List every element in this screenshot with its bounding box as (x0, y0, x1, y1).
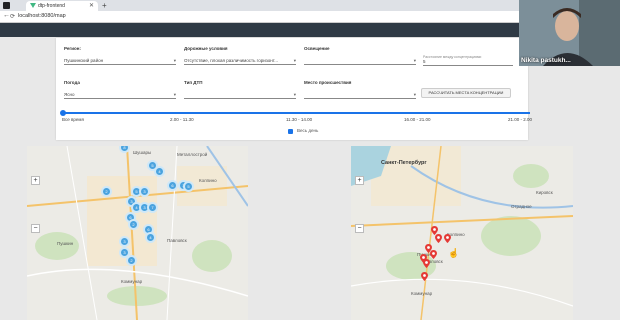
map-label: Металлострой (177, 152, 208, 157)
filter-panel: Регион: Пушкинский район ▾ Дорожные услов… (56, 38, 532, 140)
cluster-marker[interactable]: 2 (126, 255, 137, 266)
map-label: Отрадное (511, 204, 532, 209)
accident-type-label: Тип ДТП (184, 80, 203, 85)
time-tick: 11.30 - 14.00 (286, 117, 313, 122)
location-pin-icon[interactable] (423, 259, 430, 268)
chevron-down-icon: ▾ (413, 92, 416, 97)
chevron-down-icon: ▾ (293, 92, 296, 97)
zoom-out-button[interactable]: − (31, 224, 40, 233)
tab-title: dtp-frontend (38, 3, 65, 9)
location-pin-icon[interactable] (435, 234, 442, 243)
map-label: Колпино (199, 178, 217, 183)
zoom-in-button[interactable]: + (355, 176, 364, 185)
chevron-down-icon: ▾ (173, 58, 176, 63)
all-day-checkbox[interactable] (288, 129, 293, 134)
location-pin-icon[interactable] (421, 272, 428, 281)
time-tick: 2.00 - 11.30 (170, 117, 194, 122)
radius-value: 5 (423, 59, 426, 64)
zoom-out-button[interactable]: − (355, 224, 364, 233)
map-label: Кировск (536, 190, 553, 195)
map-label: Шушары (133, 150, 152, 155)
participant-name: Nikita pastukh... (521, 57, 571, 64)
time-slider-track[interactable] (62, 112, 530, 114)
chevron-down-icon: ▾ (413, 58, 416, 63)
screen: dtp-frontend ✕ + ← ⟳ localhost:8080/map … (0, 0, 620, 320)
map-tiles (27, 146, 248, 320)
map-label: Павловск (167, 238, 187, 243)
cluster-marker[interactable]: 4 (154, 166, 165, 177)
accident-type-select[interactable]: ▾ (184, 92, 296, 99)
region-value: Пушкинский район (64, 58, 104, 63)
cluster-marker[interactable]: 3 (139, 186, 150, 197)
lighting-select[interactable]: ▾ (304, 58, 416, 65)
cluster-marker[interactable]: 3 (119, 236, 130, 247)
cluster-marker[interactable]: 2 (128, 219, 139, 230)
calculate-button[interactable]: РАССЧИТАТЬ МЕСТА КОНЦЕНТРАЦИИ (421, 88, 511, 98)
chevron-down-icon: ▾ (293, 58, 296, 63)
road-conditions-value: Отсутствие, плохая различимость горизонт… (184, 58, 279, 63)
zoom-in-button[interactable]: + (31, 176, 40, 185)
chevron-down-icon: ▾ (173, 92, 176, 97)
map-label: Коммунар (121, 279, 143, 284)
browser-tab[interactable]: dtp-frontend ✕ (26, 1, 98, 11)
hand-cursor-icon: ☝ (448, 248, 460, 258)
close-icon[interactable]: ✕ (89, 2, 94, 9)
clusters-map[interactable]: + − Колпино Пушкин Коммунар Павловск Мет… (27, 146, 248, 320)
cluster-marker[interactable]: 6 (167, 180, 178, 191)
radius-input[interactable]: 5 (423, 59, 513, 66)
vue-icon (30, 3, 36, 8)
concentration-map[interactable]: + − Санкт-Петербург Колпино Пушкин Павло… (351, 146, 573, 320)
weather-select[interactable]: Ясно ▾ (64, 92, 176, 99)
weather-label: Погода (64, 80, 80, 85)
all-day-label: Весь день (297, 128, 319, 133)
location-pin-icon[interactable] (430, 250, 437, 259)
map-label: Санкт-Петербург (381, 160, 427, 166)
region-label: Регион: (64, 46, 81, 51)
road-conditions-label: Дорожные условия (184, 46, 228, 51)
cluster-marker[interactable]: 7 (147, 202, 158, 213)
window-menu-icon[interactable] (3, 2, 10, 9)
time-tick: 16.00 - 21.00 (404, 117, 431, 122)
url-field[interactable]: localhost:8080/map (18, 13, 66, 19)
time-tick: Все время (62, 117, 84, 122)
region-select[interactable]: Пушкинский район ▾ (64, 58, 176, 65)
reload-icon[interactable]: ⟳ (10, 13, 15, 20)
location-pin-icon[interactable] (444, 234, 451, 243)
webcam-overlay: Nikita pastukh... (519, 0, 620, 66)
map-label: Пушкин (57, 241, 74, 246)
cluster-marker[interactable]: 2 (101, 186, 112, 197)
back-icon[interactable]: ← (3, 12, 10, 19)
road-conditions-select[interactable]: Отсутствие, плохая различимость горизонт… (184, 58, 296, 65)
map-label: Коммунар (411, 291, 433, 296)
place-select[interactable]: ▾ (304, 92, 416, 99)
weather-value: Ясно (64, 92, 75, 97)
place-label: Место происшествия (304, 80, 352, 85)
time-tick: 21.00 - 2.00 (508, 117, 533, 122)
new-tab-icon[interactable]: + (102, 1, 107, 10)
cluster-marker[interactable]: 5 (183, 181, 194, 192)
lighting-label: Освещение (304, 46, 330, 51)
cluster-marker[interactable]: 4 (145, 232, 156, 243)
time-slider-thumb[interactable] (60, 110, 66, 116)
